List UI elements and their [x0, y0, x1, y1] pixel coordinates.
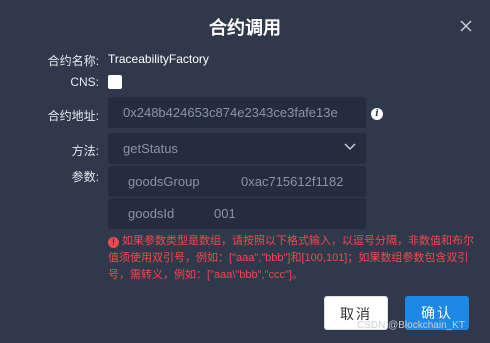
- info-icon[interactable]: i: [371, 108, 383, 120]
- close-icon[interactable]: [458, 18, 474, 34]
- contract-address-value: 0x248b424653c874e2343ce3fafe13e: [123, 105, 338, 120]
- param-name: goodsId: [128, 206, 175, 221]
- params-label: 参数:: [71, 170, 99, 184]
- contract-name-label: 合约名称:: [47, 54, 99, 68]
- contract-address-field[interactable]: 0x248b424653c874e2343ce3fafe13e: [108, 97, 366, 128]
- chevron-down-icon: [344, 143, 356, 151]
- param-value-input[interactable]: 0xac715612f1182: [241, 166, 366, 197]
- param-name: goodsGroup: [128, 174, 200, 189]
- cns-label: CNS:: [70, 75, 99, 89]
- array-format-warning: ! 如果参数类型是数组，请按照以下格式输入，以逗号分隔，非数值和布尔值须使用双引号…: [108, 233, 478, 284]
- cns-checkbox[interactable]: [108, 75, 122, 89]
- param-row-goods-group: goodsGroup 0xac715612f1182: [108, 166, 366, 197]
- alert-icon: !: [108, 237, 119, 248]
- dialog-title: 合约调用: [209, 18, 281, 38]
- contract-call-dialog: 合约调用 合约名称: TraceabilityFactory CNS: 合约地址…: [0, 0, 490, 343]
- method-value: getStatus: [123, 141, 178, 156]
- param-row-goods-id: goodsId 001: [108, 198, 366, 229]
- contract-name-value: TraceabilityFactory: [108, 52, 209, 66]
- watermark: CSDN @Blockchain_KT: [357, 320, 465, 331]
- warning-text: 如果参数类型是数组，请按照以下格式输入，以逗号分隔，非数值和布尔值须使用双引号，…: [108, 235, 474, 281]
- method-label: 方法:: [71, 144, 99, 158]
- param-value-input[interactable]: 001: [214, 198, 354, 229]
- method-select[interactable]: getStatus: [108, 133, 366, 164]
- contract-address-label: 合约地址:: [47, 109, 99, 123]
